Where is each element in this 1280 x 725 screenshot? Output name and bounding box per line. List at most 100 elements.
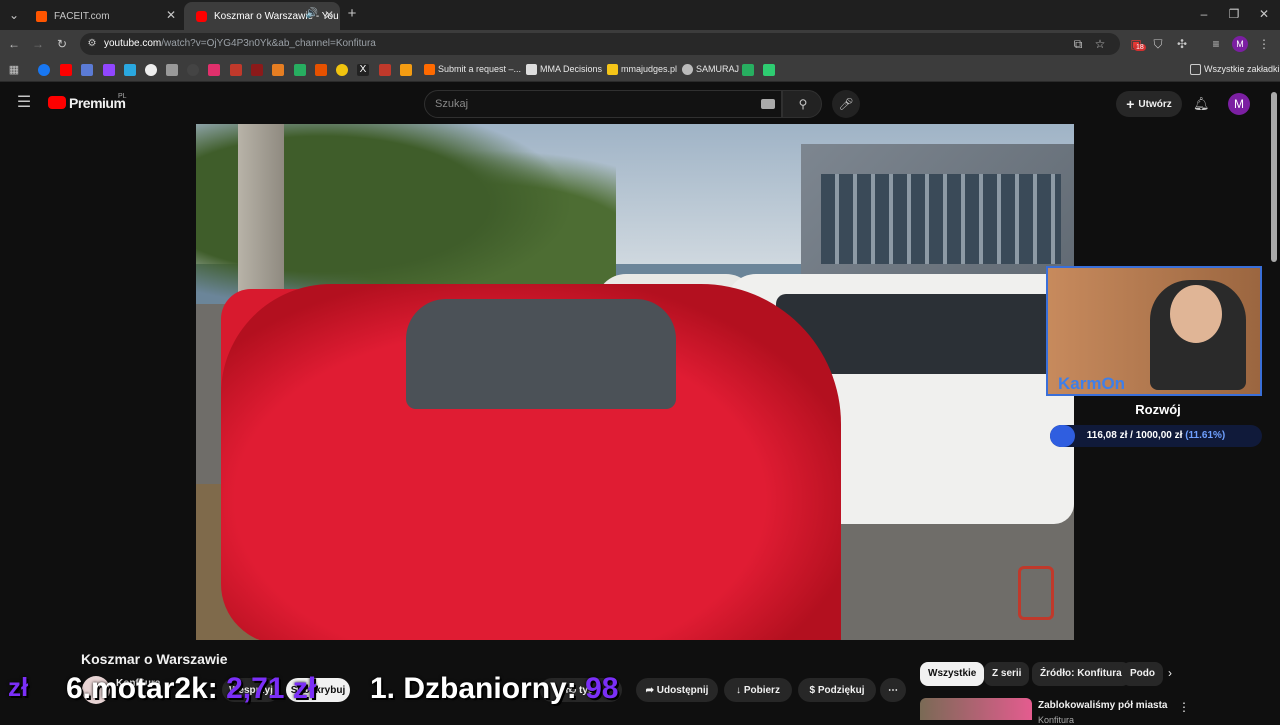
chip-all[interactable]: Wszystkie (920, 662, 985, 686)
bookmark-icon[interactable] (294, 64, 306, 76)
profile-avatar[interactable]: M (1232, 36, 1248, 52)
webcam-name: KarmOn (1058, 374, 1126, 393)
more-horizontal-icon: ⋯ (888, 684, 898, 696)
bookmark-mmajudges[interactable]: mmajudges.pl (607, 64, 677, 75)
more-actions-button[interactable]: ⋯ (880, 678, 906, 702)
all-bookmarks-folder[interactable]: Wszystkie zakładki (1190, 64, 1280, 75)
address-bar[interactable]: ⚙ youtube.com/watch?v=OjYG4P3n0Yk&ab_cha… (80, 33, 1120, 55)
tab-faceit[interactable]: FACEIT.com ✕ (24, 2, 182, 30)
shield-icon[interactable]: ⛉ (1150, 36, 1166, 52)
extensions-puzzle-icon[interactable]: ✣ (1174, 36, 1190, 52)
currency-overlay-icon: zł (8, 672, 29, 702)
bookmark-icon[interactable] (166, 64, 178, 76)
bookmark-icon[interactable] (81, 64, 93, 76)
browser-tab-strip: ⌄ FACEIT.com ✕ Koszmar o Warszawie - You… (0, 0, 1280, 30)
more-vertical-icon[interactable]: ⋮ (1178, 700, 1190, 714)
instagram-icon[interactable] (208, 64, 220, 76)
account-avatar[interactable]: M (1228, 93, 1250, 115)
youtube-logo-icon[interactable] (48, 96, 66, 109)
tab-title: Koszmar o Warszawie - You (214, 10, 339, 22)
bookmark-icon[interactable] (763, 64, 775, 76)
back-icon[interactable]: ← (6, 36, 22, 52)
thanks-button[interactable]: $ Podziękuj (798, 678, 876, 702)
chip-similar[interactable]: Podo (1122, 662, 1163, 686)
window-close-icon[interactable]: ✕ (1256, 6, 1272, 22)
bookmark-submit-request[interactable]: Submit a request –... (424, 64, 521, 75)
bookmark-icon[interactable] (379, 64, 391, 76)
apps-grid-icon[interactable]: ▦ (6, 62, 22, 78)
tab-search-icon[interactable]: ⌄ (6, 7, 22, 23)
bookmark-icon[interactable] (230, 64, 242, 76)
minimize-icon[interactable]: – (1196, 6, 1212, 22)
youtube-favicon-icon (196, 11, 207, 22)
bookmarks-bar: ▦ X Submit a request –... MMA Decisions … (0, 58, 1280, 82)
video-title: Koszmar o Warszawie (81, 651, 228, 667)
youtube-premium-logo[interactable]: Premium (69, 95, 126, 111)
restore-icon[interactable]: ❐ (1226, 6, 1242, 22)
bookmark-icon[interactable] (336, 64, 348, 76)
create-button[interactable]: + Utwórz (1116, 91, 1182, 117)
recommended-thumbnail[interactable] (920, 698, 1032, 720)
tab-youtube[interactable]: Koszmar o Warszawie - You 🔊 ✕ (184, 2, 340, 30)
bookmark-icon[interactable] (251, 64, 263, 76)
close-tab-icon[interactable]: ✕ (324, 8, 334, 22)
page-scrollbar[interactable] (1271, 92, 1277, 262)
chip-source[interactable]: Źródło: Konfitura (1032, 662, 1130, 686)
donation-ranking-left: 6.motar2k: 2,71 zł (66, 672, 317, 705)
thanks-icon: $ (809, 684, 816, 696)
goal-text: 116,08 zł / 1000,00 zł (11.61%) (1086, 430, 1226, 441)
search-input[interactable]: Szukaj (424, 90, 782, 118)
recommended-title[interactable]: Zablokowaliśmy pół miasta (1038, 700, 1167, 711)
chevron-right-icon[interactable]: › (1168, 666, 1172, 680)
video-player[interactable] (196, 124, 1074, 640)
donation-ranking-right: 1. Dzbaniorny: 98 (370, 672, 619, 705)
reload-icon[interactable]: ↻ (54, 36, 70, 52)
menu-kebab-icon[interactable]: ⋮ (1256, 36, 1272, 52)
youtube-icon[interactable] (60, 64, 72, 76)
search-button[interactable]: ⚲ (782, 90, 822, 118)
bookmark-mma-decisions[interactable]: MMA Decisions (526, 64, 602, 75)
recommended-channel[interactable]: Konfitura (1038, 715, 1074, 725)
region-code: PL (118, 93, 127, 100)
bookmark-samuraj[interactable]: SAMURAJ (682, 64, 739, 75)
download-button[interactable]: ↓ Pobierz (724, 678, 792, 702)
media-control-icon[interactable]: ≡ (1208, 36, 1224, 52)
video-scene-windows (821, 174, 1061, 264)
browser-toolbar: ← → ↻ ⚙ youtube.com/watch?v=OjYG4P3n0Yk&… (0, 30, 1280, 58)
bookmark-icon[interactable] (400, 64, 412, 76)
x-icon[interactable]: X (357, 64, 369, 76)
google-icon[interactable] (145, 64, 157, 76)
keyboard-icon[interactable] (761, 99, 775, 109)
video-scene-windshield (406, 299, 676, 409)
url-text: youtube.com/watch?v=OjYG4P3n0Yk&ab_chann… (104, 38, 376, 49)
new-tab-icon[interactable]: + (344, 6, 360, 22)
forward-icon[interactable]: → (30, 36, 46, 52)
phone-overlay-icon (1018, 566, 1054, 620)
plus-icon: + (1126, 96, 1135, 112)
twitch-icon[interactable] (103, 64, 115, 76)
goal-title: Rozwój (1135, 402, 1181, 417)
close-tab-icon[interactable]: ✕ (166, 8, 176, 22)
search-placeholder: Szukaj (435, 98, 469, 110)
search-icon: ⚲ (798, 97, 808, 111)
hamburger-menu-icon[interactable]: ☰ (16, 95, 32, 111)
extension-badge: 18 (1134, 44, 1146, 51)
bookmark-icon[interactable] (187, 64, 199, 76)
share-button[interactable]: ➦ Udostępnij (636, 678, 718, 702)
recommended-video[interactable]: Zablokowaliśmy pół miasta Konfitura ⋮ (920, 698, 1280, 725)
bookmark-icon[interactable] (272, 64, 284, 76)
bookmark-icon[interactable] (124, 64, 136, 76)
bookmark-icon[interactable] (315, 64, 327, 76)
chip-series[interactable]: Z serii (984, 662, 1030, 686)
voice-search-button[interactable]: 🎤︎ (832, 90, 860, 118)
notifications-bell-icon[interactable]: 🔔︎ (1193, 96, 1210, 112)
related-filter-chips: Wszystkie Z serii Źródło: Konfitura Podo… (920, 662, 1220, 686)
speaker-icon[interactable]: 🔊 (306, 8, 318, 19)
site-info-icon[interactable]: ⚙ (84, 36, 100, 52)
tab-title: FACEIT.com (54, 10, 110, 22)
share-icon: ➦ (645, 684, 654, 696)
install-app-icon[interactable]: ⧉ (1070, 36, 1086, 52)
bookmark-icon[interactable] (742, 64, 754, 76)
bookmark-star-icon[interactable]: ☆ (1092, 36, 1108, 52)
facebook-icon[interactable] (38, 64, 50, 76)
